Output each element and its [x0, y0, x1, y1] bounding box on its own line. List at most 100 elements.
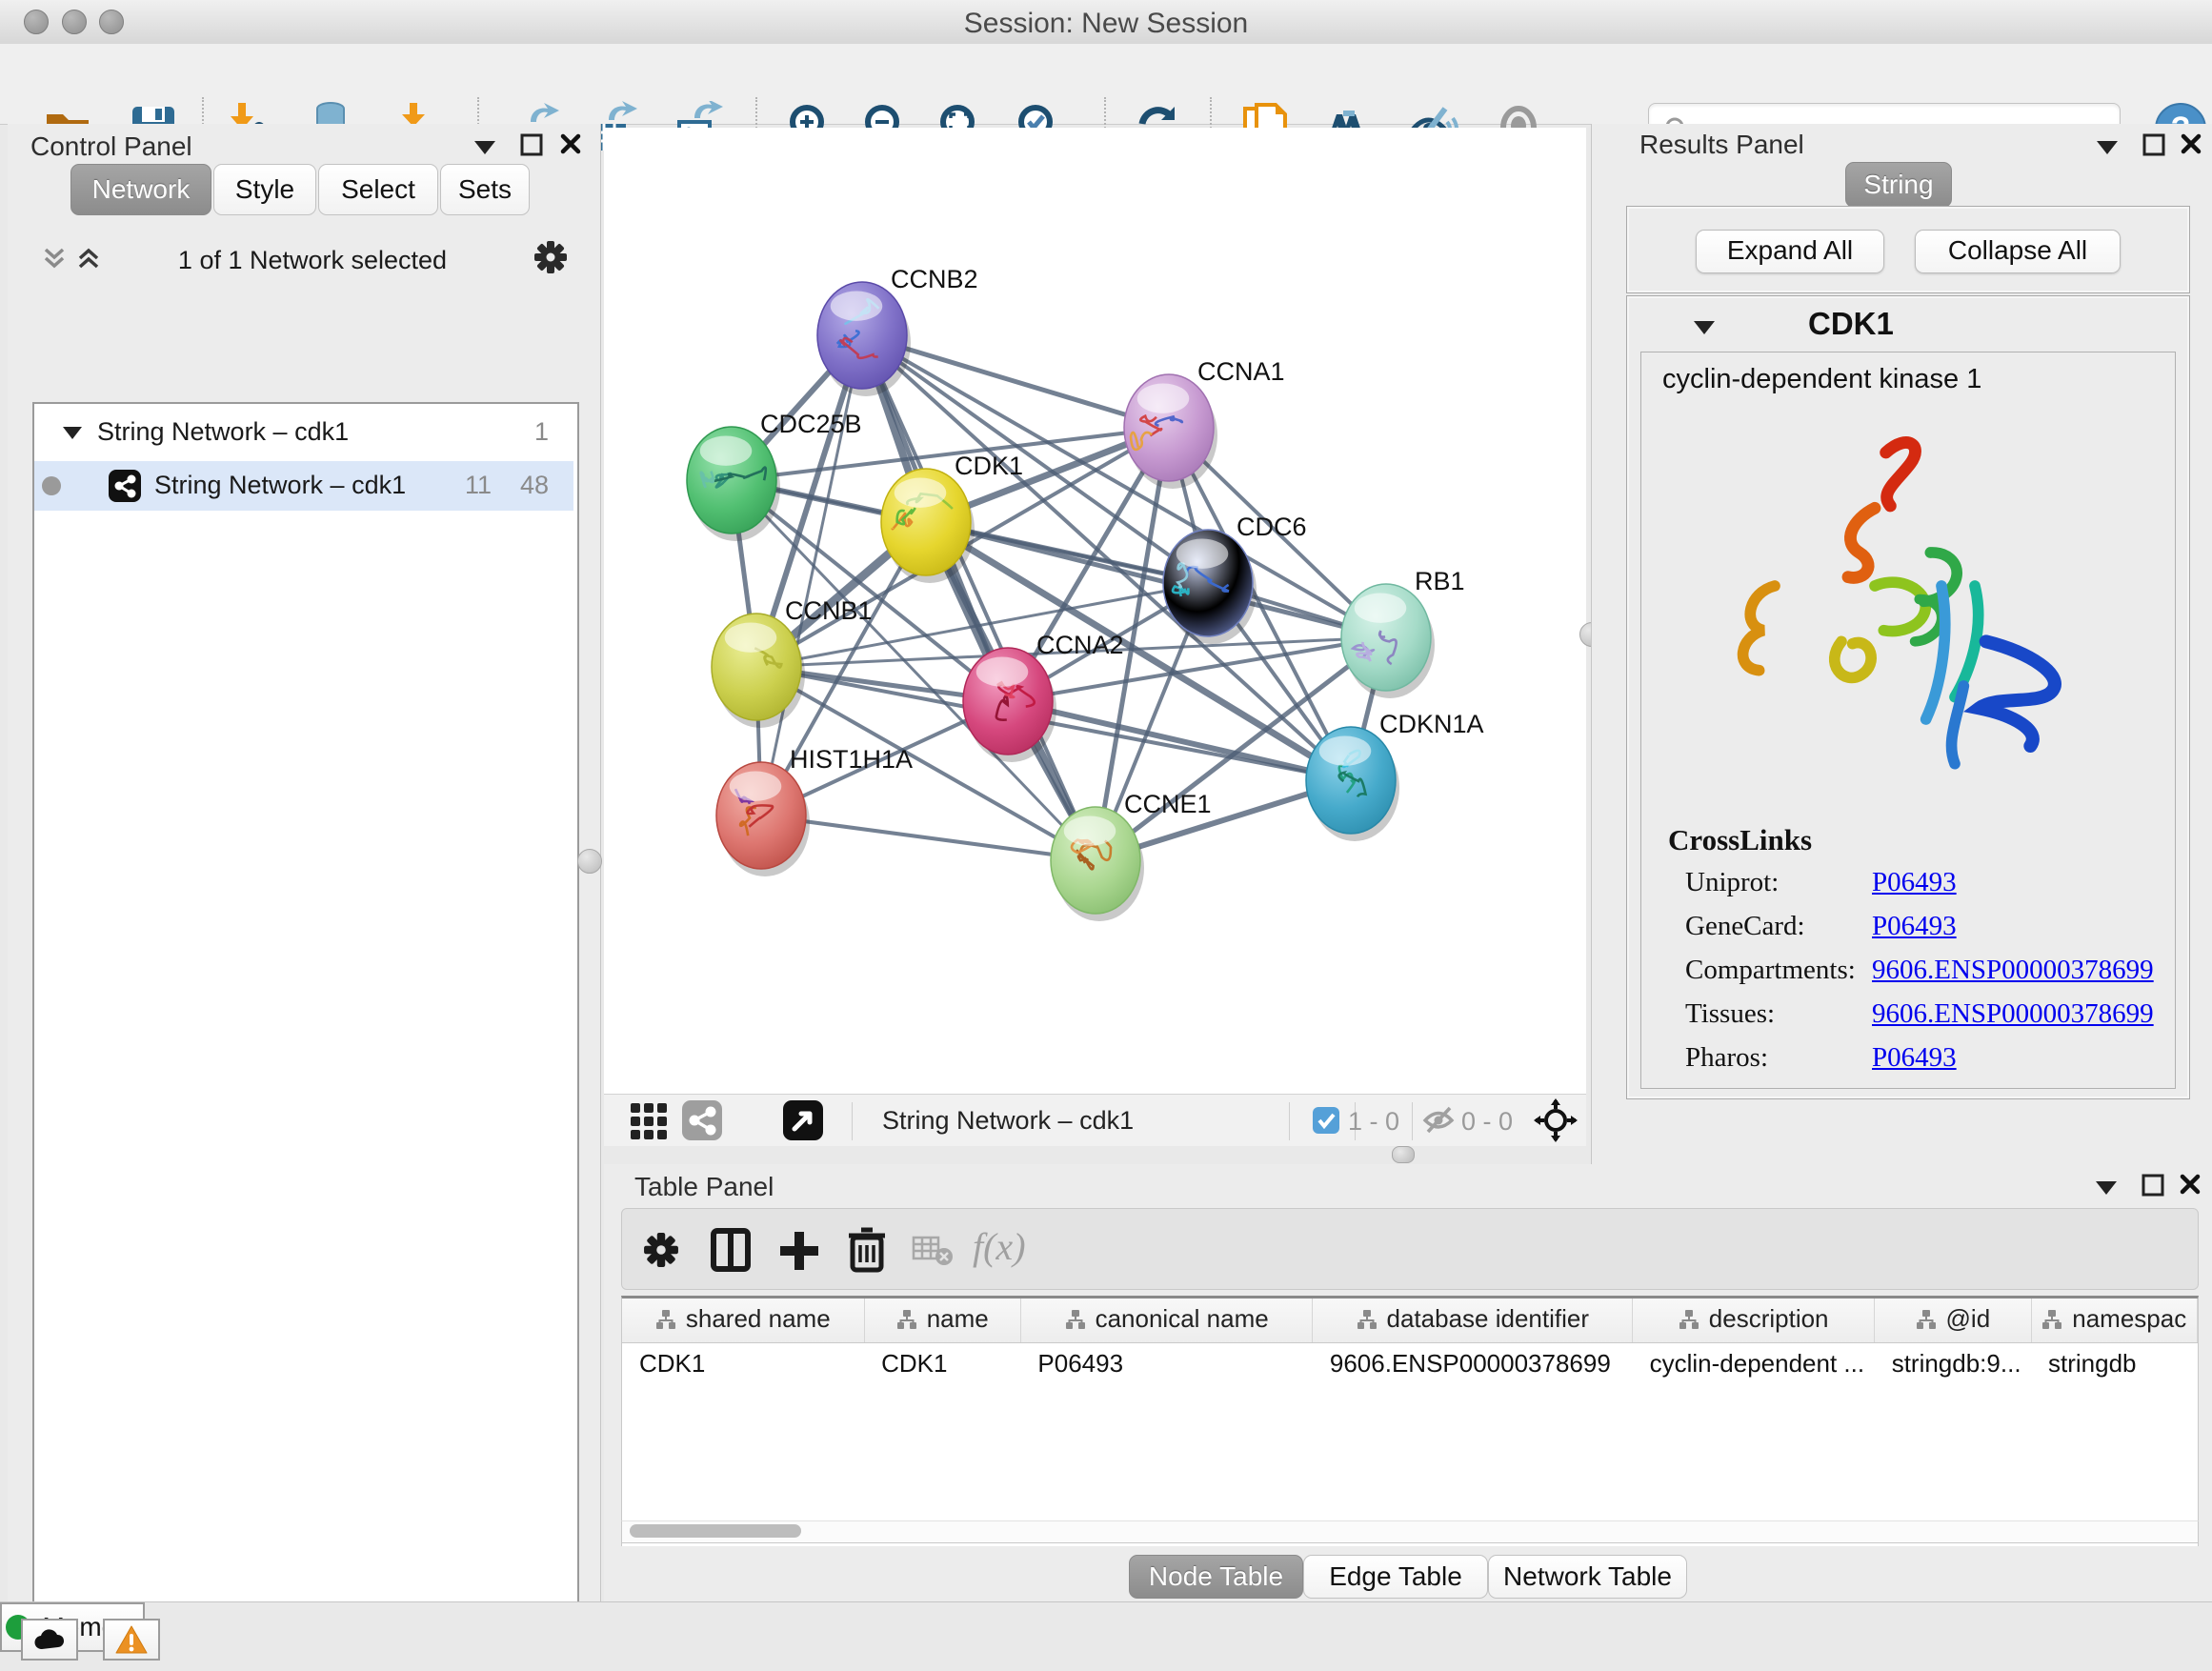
column-header-label: shared name	[686, 1304, 831, 1334]
tab-string[interactable]: String	[1845, 162, 1952, 208]
tab-network-table[interactable]: Network Table	[1488, 1555, 1687, 1599]
tab-network[interactable]: Network	[70, 164, 211, 215]
node-CDK1[interactable]: CDK1	[881, 452, 1023, 583]
column-header-shared-name[interactable]: shared name	[622, 1299, 864, 1343]
panel-menu-icon[interactable]	[2097, 141, 2118, 154]
control-panel-title: Control Panel	[30, 131, 192, 162]
edge-HIST1H1A-CCNE1[interactable]	[761, 815, 1096, 860]
horizontal-splitter-handle[interactable]	[1392, 1146, 1415, 1163]
tab-sets[interactable]: Sets	[440, 164, 530, 215]
node-label-CCNB1: CCNB1	[785, 596, 873, 625]
selected-checkbox-icon[interactable]	[1313, 1107, 1339, 1134]
delete-table-icon	[912, 1236, 954, 1266]
column-type-icon	[2041, 1309, 2062, 1330]
crosslink-link[interactable]: P06493	[1872, 1042, 1957, 1074]
column-header-label: namespac	[2072, 1304, 2186, 1334]
application-window: Session: New Session ? Control Panel	[0, 0, 2212, 1671]
network-edge-count: 48	[511, 471, 549, 500]
network-row-selected[interactable]: String Network – cdk1 11 48	[34, 461, 573, 511]
close-panel-icon[interactable]	[560, 133, 581, 154]
column-header-description[interactable]: description	[1633, 1299, 1875, 1343]
tab-select[interactable]: Select	[318, 164, 438, 215]
panel-menu-icon[interactable]	[2096, 1181, 2117, 1195]
column-header-name[interactable]: name	[864, 1299, 1020, 1343]
column-header--id[interactable]: @id	[1875, 1299, 2031, 1343]
scrollbar-thumb[interactable]	[630, 1524, 801, 1538]
column-type-icon	[1357, 1309, 1377, 1330]
tab-edge-table[interactable]: Edge Table	[1303, 1555, 1488, 1599]
float-panel-icon[interactable]	[520, 133, 543, 156]
network-view-toolbar: String Network – cdk1 1 - 0 0 - 0	[604, 1094, 1586, 1146]
close-panel-icon[interactable]	[2180, 1174, 2201, 1195]
column-header-database-identifier[interactable]: database identifier	[1313, 1299, 1633, 1343]
entry-collapse-icon[interactable]	[1694, 321, 1715, 334]
collapse-all-button[interactable]: Collapse All	[1915, 230, 2121, 273]
grid-view-icon[interactable]	[630, 1102, 668, 1140]
gear-icon[interactable]	[533, 240, 568, 274]
table-cell[interactable]: stringdb:9...	[1875, 1343, 2031, 1384]
panel-menu-icon[interactable]	[474, 141, 495, 154]
network-view-title: String Network – cdk1	[882, 1106, 1134, 1136]
edge-CCNB2-HIST1H1A[interactable]	[761, 335, 862, 815]
tab-style[interactable]: Style	[213, 164, 316, 215]
table-cell[interactable]: CDK1	[622, 1343, 864, 1384]
network-graph[interactable]: CCNB2CCNA1CDC25BCDK1CDC6RB1CCNB1CCNA2CDK…	[604, 128, 1586, 1094]
float-panel-icon[interactable]	[2142, 133, 2165, 156]
control-panel: Control Panel NetworkStyleSelectSets 1 o…	[8, 124, 601, 1601]
node-CCNA1[interactable]: CCNA1	[1124, 357, 1285, 489]
pan-crosshair-icon[interactable]	[1534, 1098, 1578, 1142]
tree-expand-icon[interactable]	[63, 427, 82, 439]
network-label: String Network – cdk1	[154, 471, 406, 500]
table-cell[interactable]: 9606.ENSP00000378699	[1313, 1343, 1633, 1384]
edge-CCNB2-CCNE1[interactable]	[862, 335, 1096, 860]
network-view-icon[interactable]	[682, 1100, 722, 1140]
node-CDKN1A[interactable]: CDKN1A	[1306, 710, 1484, 841]
network-status-dot	[42, 476, 61, 495]
edge-CCNA2-CDKN1A[interactable]	[1008, 701, 1351, 780]
table-cell[interactable]: P06493	[1020, 1343, 1313, 1384]
node-label-RB1: RB1	[1415, 567, 1465, 595]
node-CCNB2[interactable]: CCNB2	[817, 265, 978, 396]
add-column-icon[interactable]	[778, 1228, 820, 1272]
birds-eye-view-icon[interactable]	[783, 1100, 823, 1140]
tab-node-table[interactable]: Node Table	[1129, 1555, 1303, 1599]
crosslink-link[interactable]: 9606.ENSP00000378699	[1872, 998, 2154, 1030]
title-bar: Session: New Session	[0, 0, 2212, 45]
node-RB1[interactable]: RB1	[1341, 567, 1465, 698]
gear-icon[interactable]	[643, 1232, 679, 1268]
float-panel-icon[interactable]	[2142, 1174, 2164, 1197]
edge-CDK1-RB1[interactable]	[926, 522, 1386, 637]
expand-all-icon[interactable]	[76, 246, 101, 271]
expand-all-button[interactable]: Expand All	[1696, 230, 1884, 273]
column-header-label: @id	[1946, 1304, 1991, 1334]
table-row[interactable]: CDK1CDK1P064939606.ENSP00000378699cyclin…	[622, 1343, 2198, 1384]
network-canvas[interactable]: CCNB2CCNA1CDC25BCDK1CDC6RB1CCNB1CCNA2CDK…	[604, 128, 1586, 1094]
table-cell[interactable]: cyclin-dependent ...	[1633, 1343, 1875, 1384]
network-collection-row[interactable]: String Network – cdk1 1	[34, 410, 573, 457]
selected-count: 1 - 0	[1348, 1107, 1399, 1137]
table-horizontal-scrollbar[interactable]	[621, 1520, 2199, 1543]
warning-button[interactable]	[103, 1619, 160, 1661]
column-header-namespac[interactable]: namespac	[2031, 1299, 2197, 1343]
close-panel-icon[interactable]	[2181, 133, 2202, 154]
show-columns-icon[interactable]	[710, 1228, 752, 1272]
crosslink-link[interactable]: P06493	[1872, 867, 1957, 898]
table-cell[interactable]: stringdb	[2031, 1343, 2197, 1384]
node-CDC25B[interactable]: CDC25B	[687, 410, 862, 541]
delete-column-icon[interactable]	[847, 1226, 887, 1274]
crosslink-label: GeneCard:	[1685, 911, 1805, 942]
column-header-canonical-name[interactable]: canonical name	[1020, 1299, 1313, 1343]
column-header-label: canonical name	[1096, 1304, 1269, 1334]
crosslink-link[interactable]: P06493	[1872, 911, 1957, 942]
crosslink-link[interactable]: 9606.ENSP00000378699	[1872, 955, 2154, 986]
cloud-button[interactable]	[21, 1619, 78, 1661]
crosslink-label: Compartments:	[1685, 955, 1856, 986]
node-table[interactable]: shared name name canonical name database id…	[621, 1296, 2199, 1546]
collapse-all-icon[interactable]	[42, 246, 67, 271]
table-cell[interactable]: CDK1	[864, 1343, 1020, 1384]
node-HIST1H1A[interactable]: HIST1H1A	[716, 745, 913, 876]
node-label-HIST1H1A: HIST1H1A	[790, 745, 913, 774]
left-splitter-handle[interactable]	[577, 849, 602, 874]
gene-entry-box: CDK1 cyclin-dependent kinase 1	[1626, 295, 2190, 1099]
network-tree: String Network – cdk1 1 String Network –…	[32, 402, 579, 1671]
